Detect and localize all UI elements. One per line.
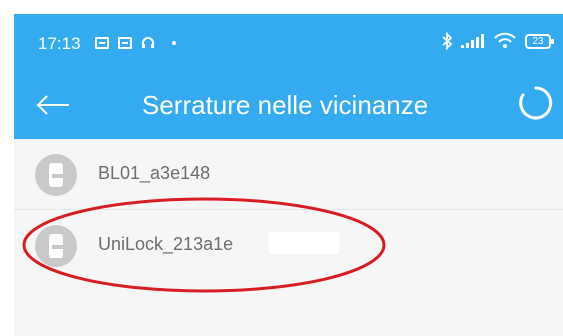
status-left-icons bbox=[95, 36, 176, 49]
toolbar: Serrature nelle vicinanze bbox=[14, 70, 563, 139]
photo-icon bbox=[95, 36, 109, 49]
app-bar: 17:13 23 Serrature nelle vicinanze bbox=[14, 14, 563, 139]
annotation-ellipse bbox=[22, 197, 386, 293]
photo-icon bbox=[118, 36, 132, 49]
wifi-icon bbox=[494, 32, 516, 48]
status-bar: 17:13 23 bbox=[14, 14, 563, 70]
device-name: BL01_a3e148 bbox=[98, 163, 211, 183]
dot-icon bbox=[172, 40, 176, 45]
back-arrow-icon[interactable] bbox=[36, 94, 70, 116]
page-title: Serrature nelle vicinanze bbox=[142, 90, 429, 120]
bluetooth-icon bbox=[442, 32, 453, 50]
lock-icon bbox=[35, 154, 77, 196]
battery-icon: 23 bbox=[525, 33, 554, 49]
status-right-icons: 23 bbox=[441, 32, 554, 50]
loading-spinner-icon bbox=[519, 86, 553, 120]
signal-icon bbox=[461, 34, 484, 48]
status-time: 17:13 bbox=[38, 34, 81, 53]
headset-icon bbox=[142, 37, 154, 48]
